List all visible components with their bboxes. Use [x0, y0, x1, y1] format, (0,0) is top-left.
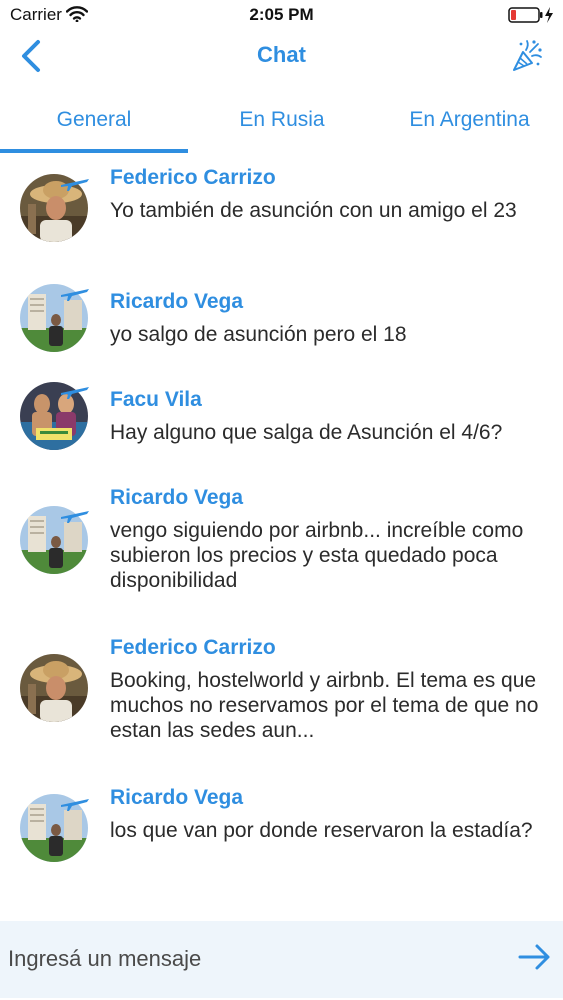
message-input[interactable] [8, 937, 498, 981]
sender-name: Ricardo Vega [110, 290, 244, 313]
message-text: vengo siguiendo por airbnb... increíble … [110, 519, 524, 592]
battery-icon [508, 7, 553, 23]
message-text: Hay alguno que salga de Asunción el 4/6? [110, 421, 503, 444]
sender-name: Ricardo Vega [110, 486, 244, 509]
message-text: Booking, hostelworld y airbnb. El tema e… [110, 669, 539, 742]
tab-en-rusia[interactable]: En Rusia [188, 108, 376, 132]
arrow-right-icon[interactable] [518, 941, 552, 973]
message-text: los que van por donde reservaron la esta… [110, 819, 533, 842]
page-title: Chat [257, 42, 306, 67]
sender-name: Federico Carrizo [110, 166, 276, 189]
plane-icon [61, 511, 89, 523]
plane-icon [61, 799, 89, 811]
message-text: yo salgo de asunción pero el 18 [110, 323, 407, 346]
selected-tab-indicator [0, 149, 188, 153]
sender-name: Facu Vila [110, 388, 202, 411]
sender-name: Federico Carrizo [110, 636, 276, 659]
tab-en-argentina[interactable]: En Argentina [376, 108, 563, 132]
plane-icon [61, 387, 89, 399]
avatar[interactable] [20, 654, 88, 722]
tab-bar: General En Rusia En Argentina [0, 96, 563, 156]
sender-name: Ricardo Vega [110, 786, 244, 809]
plane-icon [61, 289, 89, 301]
tab-general[interactable]: General [0, 108, 188, 132]
navigation-bar: Chat [0, 30, 563, 90]
message-text: Yo también de asunción con un amigo el 2… [110, 199, 517, 222]
plane-icon [61, 179, 89, 191]
message-composer [0, 921, 563, 998]
status-bar: Carrier 2:05 PM [0, 0, 563, 30]
party-popper-icon[interactable] [510, 38, 544, 74]
status-time: 2:05 PM [249, 5, 314, 24]
